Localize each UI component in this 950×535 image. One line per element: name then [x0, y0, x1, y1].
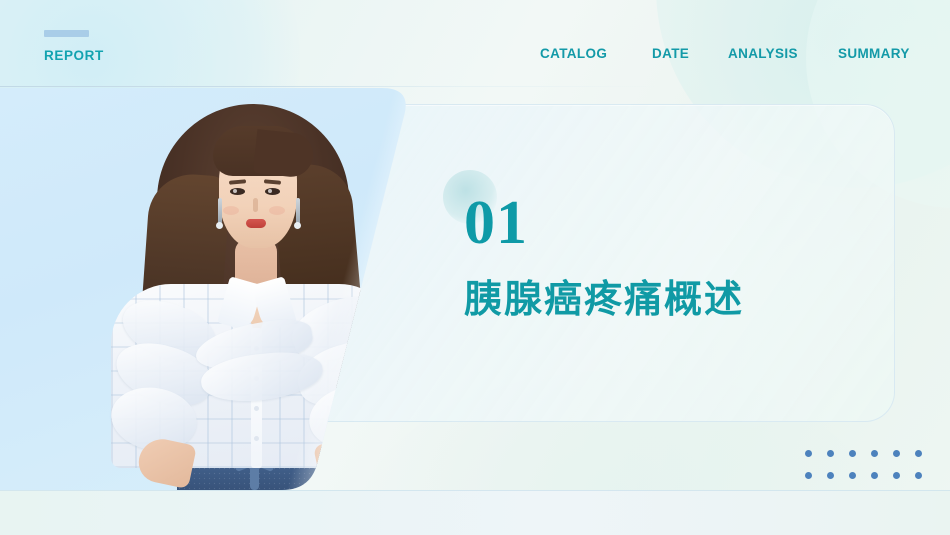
hand-right [313, 435, 375, 489]
earring-left [218, 198, 222, 224]
earring-bead-left [216, 222, 223, 229]
nav-item-catalog[interactable]: CATALOG [540, 44, 607, 63]
blouse-button [254, 406, 259, 411]
earring-right [296, 198, 300, 224]
grid-dot [893, 450, 900, 457]
grid-dot [849, 472, 856, 479]
brand-label: REPORT [44, 48, 104, 63]
eye-highlight-right [268, 189, 272, 193]
top-navigation: CATALOG DATE ANALYSIS SUMMARY [520, 44, 940, 86]
grid-dot [805, 450, 812, 457]
grid-dot [871, 450, 878, 457]
grid-dot [871, 472, 878, 479]
lips [246, 219, 266, 228]
grid-dot [849, 450, 856, 457]
nav-item-date[interactable]: DATE [652, 44, 689, 63]
portrait-photo [105, 88, 405, 490]
grid-dot [893, 472, 900, 479]
nav-item-summary[interactable]: SUMMARY [838, 44, 916, 63]
grid-dot [827, 450, 834, 457]
section-title: 胰腺癌疼痛概述 [464, 277, 745, 321]
presentation-slide: REPORT CATALOG DATE ANALYSIS SUMMARY RES… [0, 0, 950, 535]
cheek-right [269, 206, 285, 215]
nose [253, 198, 258, 212]
grid-dot [827, 472, 834, 479]
section-number: 01 [464, 189, 528, 257]
blouse-button [254, 436, 259, 441]
eye-highlight-left [233, 189, 237, 193]
accent-bar-icon [44, 30, 89, 37]
bottom-band [0, 490, 950, 535]
brand-block: REPORT [44, 30, 104, 63]
nav-item-analysis[interactable]: ANALYSIS [728, 44, 818, 63]
slide-header: REPORT CATALOG DATE ANALYSIS SUMMARY [0, 0, 950, 86]
earring-bead-right [294, 222, 301, 229]
cheek-left [223, 206, 239, 215]
header-divider [0, 86, 950, 87]
grid-dot [915, 450, 922, 457]
grid-dot [915, 472, 922, 479]
grid-dot [805, 472, 812, 479]
